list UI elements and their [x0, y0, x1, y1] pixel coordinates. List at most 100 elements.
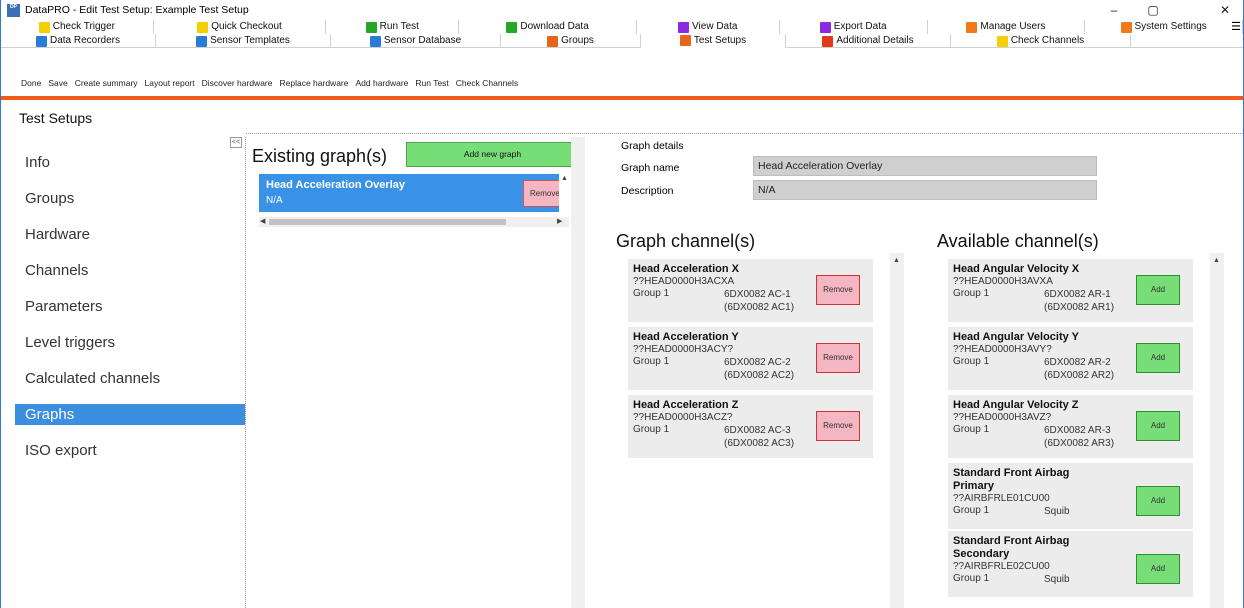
channel-group: Group 1: [953, 424, 990, 435]
channel-name: Head Acceleration Y: [633, 331, 739, 343]
toolbar-create-summary-button[interactable]: Create summary: [75, 78, 138, 88]
add-channel-button[interactable]: Add: [1136, 343, 1180, 373]
tab-test-setups[interactable]: Test Setups: [641, 34, 786, 48]
tab-label: Run Test: [379, 21, 419, 32]
channel-name-line2: Secondary: [953, 548, 1010, 560]
tab-label: Manage Users: [980, 21, 1046, 32]
channel-card: Standard Front Airbag Primary ??AIRBFRLE01…: [948, 463, 1193, 529]
scrollbar-thumb[interactable]: [269, 219, 506, 225]
toolbar-replace-hardware-button[interactable]: Replace hardware: [280, 78, 349, 88]
nav-item-groups[interactable]: Groups: [15, 181, 245, 217]
add-channel-button[interactable]: Add: [1136, 275, 1180, 305]
tab-manage-users[interactable]: Manage Users: [928, 20, 1086, 34]
tab-quick-checkout[interactable]: Quick Checkout: [154, 20, 327, 34]
tab-view-data[interactable]: View Data: [637, 20, 780, 34]
tab-icon: [196, 35, 208, 47]
channel-id: ??HEAD0000H3AVZ?: [953, 412, 1052, 423]
tab-run-test[interactable]: Run Test: [326, 20, 460, 34]
maximize-button[interactable]: ▢: [1133, 0, 1173, 20]
graph-channel-scrollbar[interactable]: ▲: [890, 253, 904, 608]
available-channels-title: Available channel(s): [937, 231, 1099, 251]
nav-item-level-triggers[interactable]: Level triggers: [15, 325, 245, 361]
panel-scrollbar[interactable]: [571, 137, 585, 608]
nav-item-channels[interactable]: Channels: [15, 253, 245, 289]
scroll-up-icon[interactable]: ▲: [561, 174, 568, 184]
tab-export-data[interactable]: Export Data: [780, 20, 928, 34]
graph-list-item[interactable]: Head Acceleration Overlay N/A Remove: [259, 174, 559, 212]
tab-check-channels[interactable]: Check Channels: [951, 34, 1131, 48]
description-field[interactable]: N/A: [753, 180, 1097, 200]
remove-graph-button[interactable]: Remove: [523, 180, 559, 207]
channel-id: ??HEAD0000H3ACZ?: [633, 412, 733, 423]
tab-icon: [369, 35, 381, 47]
nav-item-hardware[interactable]: Hardware: [15, 217, 245, 253]
channel-card: Head Acceleration Z ??HEAD0000H3ACZ? Group…: [628, 395, 873, 458]
tab-icon: [966, 21, 978, 33]
channel-group: Group 1: [953, 288, 990, 299]
toolbar-discover-hardware-button[interactable]: Discover hardware: [202, 78, 273, 88]
toolbar-done-button[interactable]: Done: [21, 78, 41, 88]
tab-download-data[interactable]: Download Data: [459, 20, 637, 34]
close-button[interactable]: ✕: [1205, 0, 1243, 20]
tab-icon: [1120, 21, 1132, 33]
graph-list-vertical-scrollbar[interactable]: ▲: [559, 174, 569, 212]
menu-overflow-icon[interactable]: ☰: [1231, 20, 1241, 34]
tab-icon: [547, 35, 559, 47]
channel-device: 6DX0082 AC-1: [724, 289, 791, 300]
graph-name-field[interactable]: Head Acceleration Overlay: [753, 156, 1097, 176]
graph-name-label: Graph name: [621, 162, 680, 174]
tab-label: Data Recorders: [49, 35, 121, 46]
toolbar-add-hardware-button[interactable]: Add hardware: [355, 78, 408, 88]
nav-item-iso-export[interactable]: ISO export: [15, 433, 245, 469]
tab-sensor-database[interactable]: Sensor Database: [331, 34, 501, 48]
graph-list: Head Acceleration Overlay N/A Remove ▲ ◀…: [259, 174, 569, 228]
scroll-right-icon[interactable]: ▶: [557, 217, 562, 227]
nav-item-parameters[interactable]: Parameters: [15, 289, 245, 325]
channel-id: ??AIRBFRLE01CU00: [953, 493, 1050, 504]
scroll-up-icon[interactable]: ▲: [1213, 257, 1220, 264]
channel-device-alt: (6DX0082 AR3): [1044, 438, 1115, 449]
channel-device-alt: (6DX0082 AR1): [1044, 302, 1115, 313]
add-channel-button[interactable]: Add: [1136, 411, 1180, 441]
graph-item-description: N/A: [266, 195, 283, 206]
tab-additional-details[interactable]: Additional Details: [786, 34, 951, 48]
scroll-up-icon[interactable]: ▲: [893, 257, 900, 264]
toolbar-run-test-button[interactable]: Run Test: [415, 78, 448, 88]
channel-id: ??AIRBFRLE02CU00: [953, 561, 1050, 572]
tab-check-trigger[interactable]: Check Trigger: [1, 20, 154, 34]
channel-name: Head Angular Velocity Y: [953, 331, 1079, 343]
remove-channel-button[interactable]: Remove: [816, 275, 860, 305]
nav-item-info[interactable]: Info: [15, 145, 245, 181]
channel-group: Group 1: [633, 356, 670, 367]
channel-group: Group 1: [953, 573, 990, 584]
nav-item-graphs[interactable]: Graphs: [15, 404, 245, 425]
remove-channel-button[interactable]: Remove: [816, 411, 860, 441]
tab-label: Quick Checkout: [211, 21, 282, 32]
graph-list-horizontal-scrollbar[interactable]: ◀ ▶: [259, 217, 569, 227]
add-channel-button[interactable]: Add: [1136, 554, 1180, 584]
channel-card: Head Angular Velocity X ??HEAD0000H3AVXA G…: [948, 259, 1193, 322]
toolbar-save-button[interactable]: Save: [48, 78, 67, 88]
tab-sensor-templates[interactable]: Sensor Templates: [156, 34, 331, 48]
channel-card: Head Angular Velocity Y ??HEAD0000H3AVY? G…: [948, 327, 1193, 390]
channel-card: Standard Front Airbag Secondary ??AIRBFRLE…: [948, 531, 1193, 597]
nav-item-calculated-channels[interactable]: Calculated channels: [15, 361, 245, 397]
tab-label: Check Trigger: [52, 21, 116, 32]
channel-device: Squib: [1044, 574, 1070, 585]
add-channel-button[interactable]: Add: [1136, 486, 1180, 516]
toolbar-layout-report-button[interactable]: Layout report: [145, 78, 195, 88]
tab-data-recorders[interactable]: Data Recorders: [1, 34, 156, 48]
tab-label: View Data: [692, 21, 738, 32]
tab-system-settings[interactable]: System Settings: [1085, 20, 1243, 34]
tab-groups[interactable]: Groups: [501, 34, 641, 48]
add-new-graph-button[interactable]: Add new graph: [406, 142, 579, 167]
window-title: DataPRO - Edit Test Setup: Example Test …: [25, 4, 249, 16]
toolbar-check-channels-button[interactable]: Check Channels: [456, 78, 518, 88]
minimize-button[interactable]: –: [1094, 0, 1134, 20]
channel-group: Group 1: [633, 424, 670, 435]
available-channel-scrollbar[interactable]: ▲: [1210, 253, 1224, 608]
channel-group: Group 1: [953, 356, 990, 367]
remove-channel-button[interactable]: Remove: [816, 343, 860, 373]
tab-label: Sensor Templates: [210, 35, 290, 46]
scroll-left-icon[interactable]: ◀: [260, 217, 265, 227]
